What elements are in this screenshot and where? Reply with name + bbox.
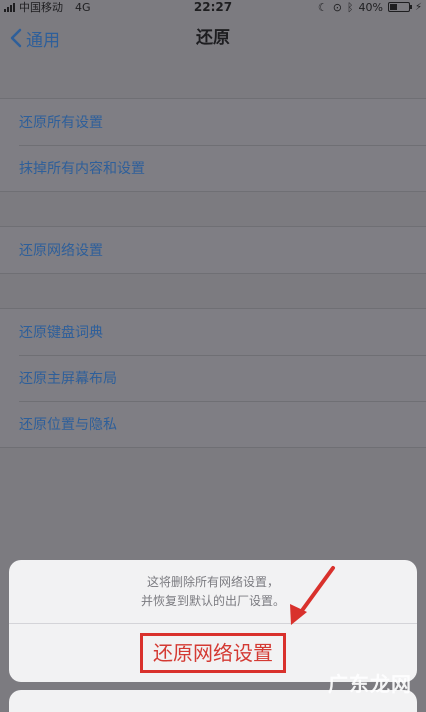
annotation-arrow-icon bbox=[290, 566, 335, 625]
watermark: 广东龙网 bbox=[328, 672, 412, 696]
